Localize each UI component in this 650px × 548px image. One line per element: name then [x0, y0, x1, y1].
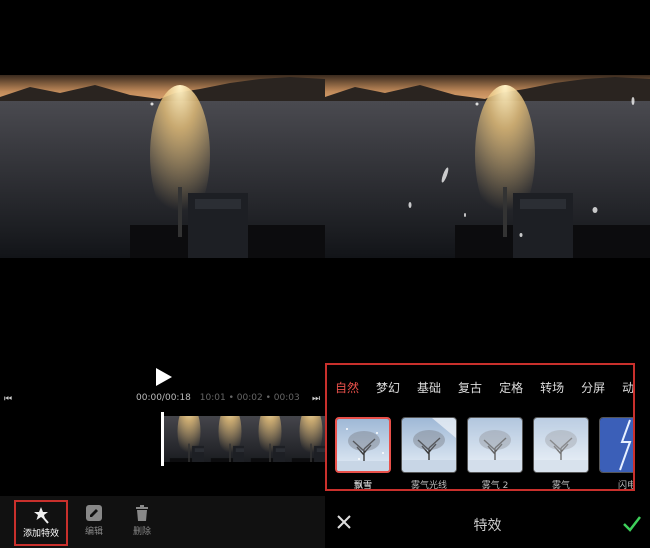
- tab-split-screen[interactable]: 分屏: [581, 379, 605, 396]
- play-icon[interactable]: [152, 366, 174, 388]
- effect-category-tabs: 自然 梦幻 基础 复古 定格 转场 分屏 动感: [335, 379, 633, 396]
- tick-label: 00:02: [236, 393, 263, 403]
- magic-wand-icon: [34, 507, 49, 524]
- skip-end-icon[interactable]: ⏭: [312, 394, 320, 404]
- tree-fog2-thumb-icon: [467, 417, 523, 473]
- video-preview[interactable]: [0, 75, 325, 258]
- effect-fog-2[interactable]: 雾气 2: [467, 417, 523, 491]
- lightning-thumb-icon: [599, 417, 633, 473]
- playhead[interactable]: [161, 412, 164, 466]
- effect-label: 雾气: [551, 481, 570, 491]
- effect-fog[interactable]: 雾气: [533, 417, 589, 491]
- timeline-frame: [284, 416, 325, 462]
- tab-retro[interactable]: 复古: [458, 379, 482, 396]
- effect-bottom-bar: 特效: [325, 505, 650, 548]
- right-panel: 自然 梦幻 基础 复古 定格 转场 分屏 动感 飘雪: [325, 0, 650, 548]
- delete-button[interactable]: 删除: [116, 500, 168, 544]
- tree-snow-thumb-icon: [335, 417, 391, 473]
- timecode: 00:00/00:18 10:01 • 00:02 • 00:03: [136, 393, 300, 403]
- effect-preview[interactable]: [325, 75, 650, 258]
- delete-label: 删除: [132, 527, 151, 537]
- edit-label: 编辑: [84, 527, 103, 537]
- video-timeline-strip[interactable]: [163, 416, 325, 462]
- timeline-frame: [203, 416, 244, 462]
- tab-freeze[interactable]: 定格: [499, 379, 523, 396]
- effect-list: 飘雪 雾气光线 雾气 2 雾气 闪电: [335, 417, 635, 491]
- effect-label: 雾气光线: [410, 481, 447, 491]
- tab-dynamic[interactable]: 动感: [622, 379, 633, 396]
- checkmark-icon[interactable]: [622, 513, 642, 533]
- effect-lightning[interactable]: 闪电: [599, 417, 635, 491]
- left-panel: ⏮ 00:00/00:18 10:01 • 00:02 • 00:03 ⏭ 添加…: [0, 0, 325, 548]
- effect-label: 雾气 2: [481, 481, 509, 491]
- tick-label: 00:03: [273, 393, 300, 403]
- effect-label: 飘雪: [353, 481, 372, 491]
- current-time: 00:00/00:18: [136, 393, 191, 403]
- trash-icon: [136, 505, 148, 521]
- effect-snow[interactable]: 飘雪: [335, 417, 391, 491]
- video-frame-image: [0, 75, 325, 258]
- add-effect-label: 添加特效: [22, 529, 59, 539]
- tick-label: 10:01: [199, 393, 226, 403]
- tab-basic[interactable]: 基础: [417, 379, 441, 396]
- add-effect-button[interactable]: 添加特效: [14, 500, 68, 546]
- effect-fog-light[interactable]: 雾气光线: [401, 417, 457, 491]
- tab-nature[interactable]: 自然: [335, 379, 359, 396]
- tree-fog-thumb-icon: [533, 417, 589, 473]
- effects-panel: 自然 梦幻 基础 复古 定格 转场 分屏 动感 飘雪: [325, 363, 635, 491]
- tab-dreamy[interactable]: 梦幻: [376, 379, 400, 396]
- timeline-frame: [244, 416, 285, 462]
- effect-label: 闪电: [617, 481, 635, 491]
- timeline-frame: [163, 416, 204, 462]
- bottom-toolbar: 添加特效 编辑 删除: [0, 496, 325, 548]
- edit-button[interactable]: 编辑: [68, 500, 120, 544]
- panel-title: 特效: [473, 518, 502, 534]
- skip-start-icon[interactable]: ⏮: [4, 394, 12, 404]
- edit-icon: [86, 505, 102, 521]
- tab-transition[interactable]: 转场: [540, 379, 564, 396]
- effect-preview-image: [325, 75, 650, 258]
- tree-fog-light-thumb-icon: [401, 417, 457, 473]
